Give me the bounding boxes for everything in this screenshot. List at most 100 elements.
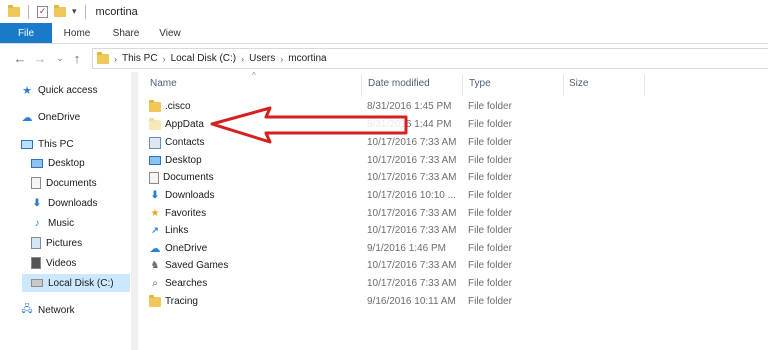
chevron-right-icon[interactable]: › — [241, 54, 244, 64]
column-header-name[interactable]: Name — [150, 78, 177, 89]
annotation-arrow-icon — [210, 106, 408, 144]
tab-file[interactable]: File — [0, 23, 52, 43]
column-header-size[interactable]: Size — [569, 78, 588, 89]
table-row[interactable]: Tracing 9/16/2016 10:11 AM File folder — [149, 293, 761, 310]
row-date: 9/16/2016 10:11 AM — [367, 296, 456, 307]
download-arrow-icon: ⬇ — [150, 190, 160, 201]
column-divider[interactable] — [361, 74, 362, 96]
row-type: File folder — [468, 278, 512, 289]
nav-item-quick-access[interactable]: ★ Quick access — [21, 81, 97, 99]
chevron-right-icon[interactable]: › — [280, 54, 283, 64]
row-type: File folder — [468, 190, 512, 201]
customize-toolbar-icon[interactable]: ▾ — [72, 6, 77, 17]
nav-item-local-disk[interactable]: Local Disk (C:) — [22, 274, 130, 292]
nav-item-documents[interactable]: Documents — [31, 174, 97, 192]
up-icon[interactable]: ↑ — [69, 51, 85, 67]
table-row[interactable]: Documents 10/17/2016 7:33 AM File folder — [149, 169, 761, 186]
nav-label: Music — [48, 217, 75, 229]
table-row[interactable]: Desktop 10/17/2016 7:33 AM File folder — [149, 152, 761, 169]
row-type: File folder — [468, 137, 512, 148]
row-name: .cisco — [165, 101, 191, 112]
row-name: Tracing — [165, 296, 198, 307]
breadcrumb-local-disk[interactable]: Local Disk (C:) — [171, 53, 237, 64]
breadcrumb-mcortina[interactable]: mcortina — [288, 53, 326, 64]
row-type: File folder — [468, 260, 512, 271]
nav-scrollbar[interactable] — [131, 72, 138, 350]
table-row[interactable]: ⬇ Downloads 10/17/2016 10:10 ... File fol… — [149, 187, 761, 204]
row-name: AppData — [165, 119, 204, 130]
table-row[interactable]: ★ Favorites 10/17/2016 7:33 AM File folde… — [149, 205, 761, 222]
column-divider[interactable] — [563, 74, 564, 96]
nav-item-onedrive[interactable]: ☁ OneDrive — [21, 108, 81, 126]
star-icon: ★ — [150, 208, 160, 219]
column-header-type[interactable]: Type — [469, 78, 491, 89]
tab-view[interactable]: View — [150, 23, 190, 43]
computer-icon — [21, 139, 33, 149]
nav-item-network[interactable]: 🖧 Network — [21, 301, 75, 319]
desktop-icon — [149, 156, 161, 165]
forward-icon[interactable]: → — [32, 51, 48, 67]
back-icon[interactable]: ← — [12, 51, 28, 67]
link-arrow-icon: ↗ — [151, 225, 159, 235]
tab-home[interactable]: Home — [52, 23, 102, 43]
row-date: 10/17/2016 7:33 AM — [367, 208, 457, 219]
navigation-pane: ★ Quick access ☁ OneDrive This PC Deskto… — [0, 72, 138, 350]
tab-share[interactable]: Share — [102, 23, 150, 43]
breadcrumb-users[interactable]: Users — [249, 53, 275, 64]
ribbon-tabs: File Home Share View — [0, 23, 768, 44]
download-arrow-icon: ⬇ — [32, 197, 42, 209]
row-name: Searches — [165, 278, 208, 289]
videos-icon — [31, 257, 41, 269]
row-type: File folder — [468, 155, 512, 166]
nav-label: Documents — [46, 177, 97, 189]
network-icon: 🖧 — [21, 303, 33, 315]
nav-label: This PC — [38, 138, 74, 150]
row-name: Links — [165, 225, 189, 236]
chevron-right-icon[interactable]: › — [114, 54, 117, 64]
nav-item-desktop[interactable]: Desktop — [31, 154, 85, 172]
folder-icon[interactable] — [8, 4, 20, 17]
contacts-icon — [149, 136, 161, 149]
nav-item-this-pc[interactable]: This PC — [21, 135, 74, 153]
row-type: File folder — [468, 172, 512, 183]
row-type: File folder — [468, 243, 512, 254]
nav-item-music[interactable]: ♪ Music — [31, 214, 75, 232]
folder-icon — [149, 294, 161, 307]
nav-label: Desktop — [48, 157, 85, 169]
table-row[interactable]: ♞ Saved Games 10/17/2016 7:33 AM File fol… — [149, 257, 761, 274]
row-type: File folder — [468, 119, 512, 130]
nav-item-videos[interactable]: Videos — [31, 254, 76, 272]
desktop-icon — [31, 158, 43, 168]
properties-icon[interactable]: ✓ — [37, 5, 48, 18]
row-date: 9/1/2016 1:46 PM — [367, 243, 446, 254]
window-title: mcortina — [95, 5, 138, 18]
cloud-icon: ☁ — [149, 243, 161, 255]
game-piece-icon: ♞ — [150, 260, 160, 271]
column-header-date[interactable]: Date modified — [368, 78, 430, 89]
column-divider[interactable] — [462, 74, 463, 96]
documents-icon — [149, 171, 159, 184]
breadcrumb-this-pc[interactable]: This PC — [122, 53, 158, 64]
row-type: File folder — [468, 225, 512, 236]
row-date: 10/17/2016 7:33 AM — [367, 172, 457, 183]
table-row[interactable]: ⌕ Searches 10/17/2016 7:33 AM File folder — [149, 275, 761, 292]
row-date: 10/17/2016 7:33 AM — [367, 155, 457, 166]
nav-label: Quick access — [38, 84, 98, 96]
nav-label: Videos — [46, 257, 77, 269]
column-divider[interactable] — [644, 74, 645, 96]
row-name: Favorites — [165, 208, 207, 219]
address-bar[interactable]: › This PC › Local Disk (C:) › Users › mc… — [92, 48, 768, 69]
table-row[interactable]: ☁ OneDrive 9/1/2016 1:46 PM File folder — [149, 240, 761, 257]
row-name: Desktop — [165, 155, 202, 166]
toolbar-divider — [28, 4, 29, 19]
new-folder-icon[interactable] — [54, 4, 66, 17]
nav-item-downloads[interactable]: ⬇ Downloads — [31, 194, 98, 212]
row-name: Downloads — [165, 190, 215, 201]
nav-item-pictures[interactable]: Pictures — [31, 234, 82, 252]
chevron-right-icon[interactable]: › — [163, 54, 166, 64]
nav-label: Pictures — [46, 237, 83, 249]
table-row[interactable]: ↗ Links 10/17/2016 7:33 AM File folder — [149, 222, 761, 239]
nav-label: Network — [38, 304, 75, 316]
folder-icon — [149, 99, 161, 112]
recent-locations-icon[interactable]: ⌄ — [52, 51, 68, 67]
